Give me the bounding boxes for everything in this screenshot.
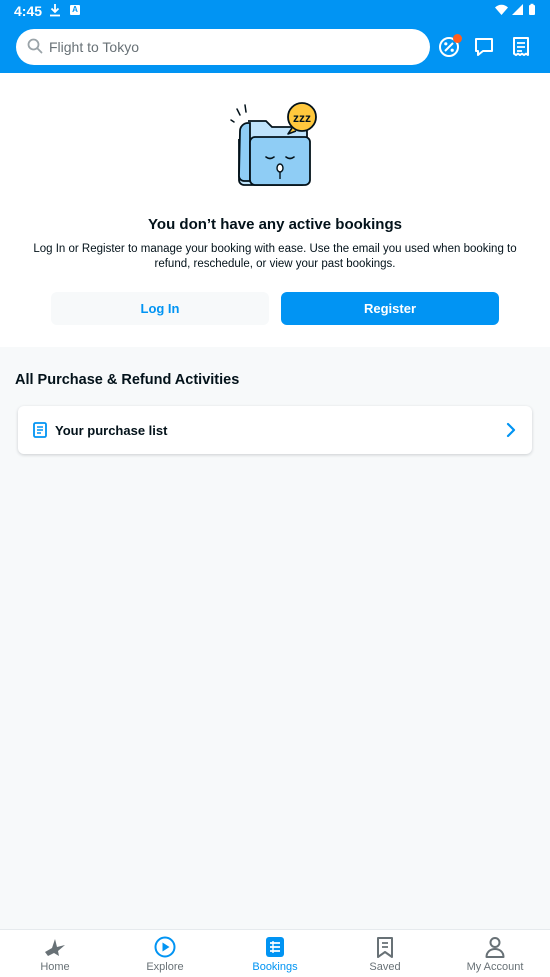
account-icon	[483, 936, 507, 958]
nav-item-explore[interactable]: Explore	[110, 930, 220, 977]
receipt-icon[interactable]	[509, 35, 533, 59]
app-header: 4:45 A Flight to Tokyo	[0, 0, 550, 73]
notification-dot	[453, 34, 462, 43]
nav-label-explore: Explore	[146, 961, 184, 973]
bookings-icon	[263, 936, 287, 958]
nav-label-home: Home	[40, 961, 70, 973]
nav-item-saved[interactable]: Saved	[330, 930, 440, 977]
svg-text:zzz: zzz	[293, 111, 311, 125]
activities-section-title: All Purchase & Refund Activities	[15, 372, 240, 388]
signal-icon	[512, 4, 523, 15]
nav-item-my-account[interactable]: My Account	[440, 930, 550, 977]
wifi-icon	[495, 4, 508, 15]
search-input[interactable]: Flight to Tokyo	[16, 29, 430, 65]
chat-icon[interactable]	[472, 35, 496, 59]
register-button[interactable]: Register	[281, 292, 499, 325]
nav-label-my-account: My Account	[466, 961, 524, 973]
download-icon	[49, 3, 61, 20]
sleeping-folder-illustration: zzz	[230, 101, 322, 198]
explore-icon	[153, 936, 177, 958]
home-icon	[43, 936, 67, 958]
status-bar: 4:45 A	[0, 0, 550, 22]
empty-bookings-card: zzz You don’t have any active bookings L…	[0, 73, 550, 347]
purchase-list-row[interactable]: Your purchase list	[18, 406, 532, 454]
bottom-navigation: Home Explore Bookings Saved My Account	[0, 929, 550, 977]
battery-icon	[529, 5, 535, 15]
app-notification-icon: A	[70, 5, 80, 15]
login-button[interactable]: Log In	[51, 292, 269, 325]
empty-state-title: You don’t have any active bookings	[148, 216, 402, 233]
search-placeholder: Flight to Tokyo	[49, 39, 140, 55]
saved-icon	[373, 936, 397, 958]
purchase-list-label: Your purchase list	[55, 423, 168, 438]
empty-state-description: Log In or Register to manage your bookin…	[33, 243, 517, 270]
purchase-list-icon	[33, 422, 47, 443]
status-time: 4:45	[14, 3, 43, 19]
nav-label-saved: Saved	[369, 961, 401, 973]
search-icon	[27, 38, 43, 59]
chevron-right-icon	[506, 422, 516, 443]
status-icons	[494, 3, 538, 20]
nav-item-home[interactable]: Home	[0, 930, 110, 977]
nav-item-bookings[interactable]: Bookings	[220, 930, 330, 977]
nav-label-bookings: Bookings	[252, 961, 298, 973]
